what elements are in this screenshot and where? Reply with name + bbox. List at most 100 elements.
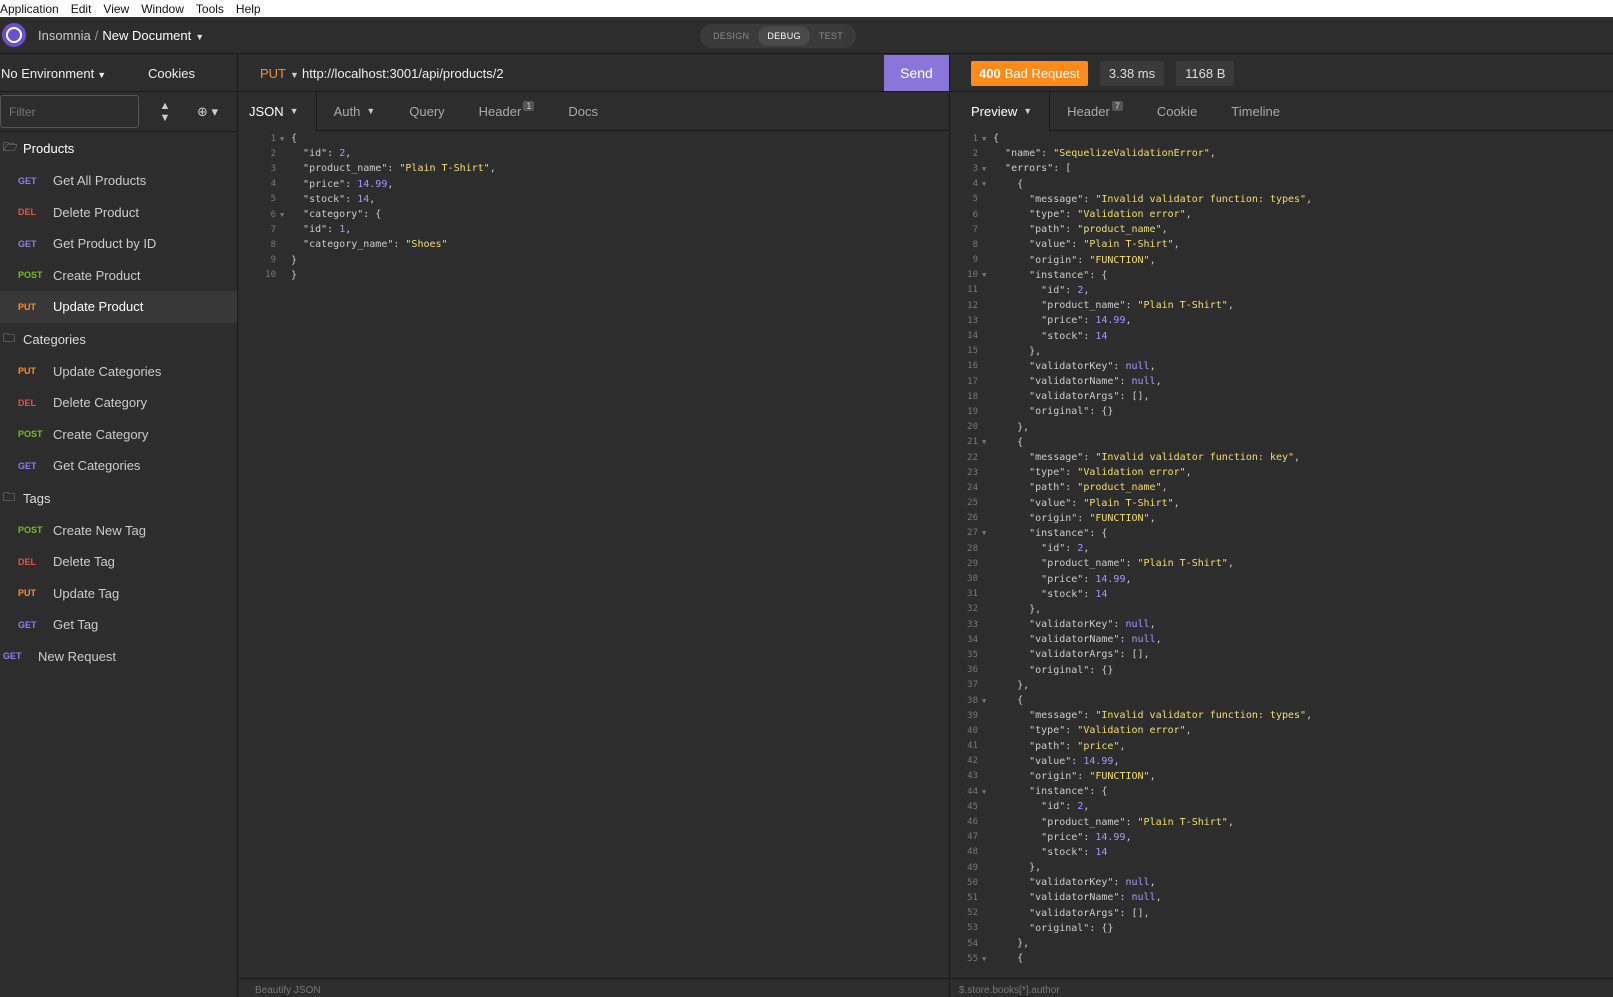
code-line: 18 "validatorArgs": [], (951, 389, 1613, 404)
code-text: "original": {} (1029, 664, 1114, 676)
code-line: 43 "origin": "FUNCTION", (951, 769, 1613, 784)
method-selector[interactable]: PUT ▼ (239, 66, 302, 81)
request-label: Update Product (53, 299, 144, 315)
sidebar-request-item[interactable]: PUT Update Categories (0, 356, 237, 388)
folder-icon: 🗀 (3, 330, 16, 345)
sidebar-request-item[interactable]: PUT Update Product (0, 291, 237, 323)
response-body-viewer[interactable]: 1 ▼ {2 "name": "SequelizeValidationError",… (951, 131, 1613, 966)
menu-item-tools[interactable]: Tools (196, 2, 230, 16)
sidebar-request-item[interactable]: GET Get Categories (0, 450, 237, 482)
menu-item-help[interactable]: Help (236, 2, 267, 16)
code-text: "id": 2, (1041, 284, 1090, 296)
code-line: 13 "price": 14.99, (951, 313, 1613, 328)
code-line: 33 "validatorKey": null, (951, 617, 1613, 632)
menu-item-edit[interactable]: Edit (71, 2, 98, 16)
code-line: 35 "validatorArgs": [], (951, 647, 1613, 662)
count-badge: 7 (1111, 101, 1123, 111)
fold-icon: ▼ (982, 164, 987, 173)
code-line: 6 "type": "Validation error", (951, 207, 1613, 222)
sidebar-request-item[interactable]: GET New Request (0, 641, 237, 673)
line-number: 31 (967, 589, 978, 600)
code-text: } (291, 254, 298, 266)
sidebar-request-item[interactable]: GET Get Product by ID (0, 228, 237, 260)
code-line: 8 "category_name": "Shoes" (239, 237, 949, 252)
code-text: { (993, 178, 1024, 190)
code-text: "id": 2, (1041, 543, 1090, 555)
menu-item-view[interactable]: View (103, 2, 135, 16)
code-line: 47 "price": 14.99, (951, 830, 1613, 845)
line-number: 47 (967, 832, 978, 843)
method-badge: POST (18, 429, 43, 440)
request-label: Get Categories (53, 458, 141, 474)
jsonpath-filter-footer[interactable]: $.store.books[*].author (951, 978, 1613, 997)
insomnia-logo-icon (2, 23, 26, 47)
code-line: 15 }, (951, 344, 1613, 359)
sidebar-request-item[interactable]: GET Get All Products (0, 165, 237, 197)
breadcrumb-document[interactable]: New Document (102, 28, 191, 43)
code-line: 48 "stock": 14 (951, 845, 1613, 860)
tab-query[interactable]: Query (392, 92, 461, 131)
code-text: "instance": { (1029, 527, 1108, 539)
code-line: 9} (239, 253, 949, 268)
sidebar-request-item[interactable]: DEL Delete Category (0, 387, 237, 419)
tab-auth[interactable]: Auth ▼ (317, 92, 393, 131)
request-label: Get Product by ID (53, 236, 157, 252)
chevron-down-icon[interactable]: ▼ (195, 32, 204, 42)
line-number: 6 (972, 209, 978, 220)
tab-cookie[interactable]: Cookie (1140, 92, 1214, 131)
tab-json[interactable]: JSON ▼ (239, 91, 317, 131)
folder-products[interactable]: 🗁 Products (0, 132, 237, 165)
sidebar-request-item[interactable]: POST Create New Tag (0, 515, 237, 547)
menu-item-window[interactable]: Window (141, 2, 190, 16)
fold-icon: ▼ (982, 954, 987, 963)
filter-input[interactable] (0, 95, 139, 128)
sidebar-request-item[interactable]: DEL Delete Product (0, 197, 237, 229)
request-label: Delete Category (53, 395, 147, 411)
line-number: 9 (270, 255, 276, 266)
status-badge: 400 Bad Request (971, 60, 1088, 86)
tab-header[interactable]: Header 1 (462, 92, 552, 131)
request-body-editor[interactable]: 1 ▼{2 "id": 2, 3 "product_name": "Plain T-… (239, 131, 949, 283)
code-line: 10} (239, 268, 949, 283)
mode-tab-test[interactable]: TEST (810, 26, 852, 46)
code-line: 40 "type": "Validation error", (951, 723, 1613, 738)
code-line: 25 "value": "Plain T-Shirt", (951, 496, 1613, 511)
sidebar-request-item[interactable]: GET Get Tag (0, 609, 237, 641)
folder-label: Tags (23, 490, 51, 506)
url-input[interactable]: http://localhost:3001/api/products/2 (302, 66, 884, 81)
tab-preview[interactable]: Preview ▼ (951, 91, 1051, 131)
code-line: 4 "price": 14.99, (239, 177, 949, 192)
line-number: 2 (270, 148, 276, 159)
tab-label: Cookie (1156, 103, 1198, 119)
code-text: "price": 14.99, (1041, 573, 1132, 585)
folder-categories[interactable]: 🗀 Categories (0, 323, 237, 356)
environment-selector[interactable]: No Environment ▼ (1, 66, 106, 81)
folder-tags[interactable]: 🗀 Tags (0, 482, 237, 515)
fold-icon: ▼ (280, 210, 285, 219)
method-badge: GET (18, 175, 37, 186)
mode-tab-debug[interactable]: DEBUG (758, 26, 810, 46)
code-text: "path": "product_name", (1029, 482, 1168, 494)
code-text: { (993, 953, 1024, 965)
tab-docs[interactable]: Docs (551, 92, 615, 131)
tab-label: Header (1067, 103, 1110, 119)
tab-timeline[interactable]: Timeline (1214, 92, 1297, 131)
response-status-bar: 400 Bad Request 3.38 ms 1168 B (951, 55, 1613, 92)
cookies-button[interactable]: Cookies (148, 66, 195, 81)
sort-icon[interactable]: ▲ ▼ (155, 100, 175, 124)
breadcrumb-app[interactable]: Insomnia (38, 28, 91, 43)
line-number: 14 (967, 331, 978, 342)
code-line: 14 "stock": 14 (951, 328, 1613, 343)
line-number: 7 (270, 224, 276, 235)
mode-tab-design[interactable]: DESIGN (704, 26, 758, 46)
sidebar-request-item[interactable]: PUT Update Tag (0, 578, 237, 610)
beautify-json-footer[interactable]: Beautify JSON (239, 978, 949, 997)
send-button[interactable]: Send (884, 55, 949, 91)
sidebar-request-item[interactable]: POST Create Category (0, 419, 237, 451)
add-circle-icon[interactable]: ⊕ ▾ (197, 104, 218, 120)
sidebar-request-item[interactable]: DEL Delete Tag (0, 546, 237, 578)
menu-item-application[interactable]: Application (0, 2, 65, 16)
line-number: 20 (967, 422, 978, 433)
sidebar-request-item[interactable]: POST Create Product (0, 260, 237, 292)
tab-header[interactable]: Header 7 (1050, 92, 1140, 131)
